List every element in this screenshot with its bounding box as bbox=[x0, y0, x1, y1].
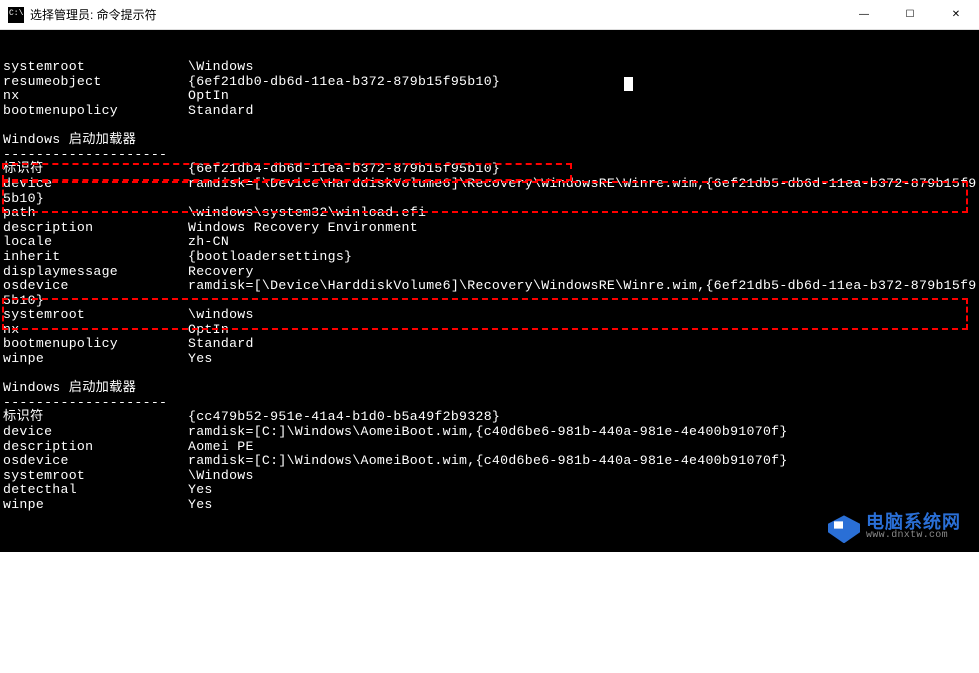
output-value: \windows bbox=[188, 307, 254, 322]
output-value: {bootloadersettings} bbox=[188, 249, 352, 264]
output-row: path\windows\system32\winload.efi bbox=[3, 206, 976, 221]
output-key: osdevice bbox=[3, 454, 188, 469]
output-value: ramdisk=[\Device\HarddiskVolume6]\Recove… bbox=[188, 176, 977, 191]
output-value: ramdisk=[C:]\Windows\AomeiBoot.wim,{c40d… bbox=[188, 424, 788, 439]
output-value: Standard bbox=[188, 103, 254, 118]
output-key: 标识符 bbox=[3, 162, 188, 177]
terminal-output[interactable]: systemroot\Windowsresumeobject{6ef21db0-… bbox=[0, 30, 979, 552]
output-row: descriptionAomei PE bbox=[3, 440, 976, 455]
output-value: \windows\system32\winload.efi bbox=[188, 205, 426, 220]
output-row: systemroot\Windows bbox=[3, 60, 976, 75]
watermark: 电脑系统网 www.dnxtw.com bbox=[828, 515, 961, 544]
output-key: resumeobject bbox=[3, 75, 188, 90]
minimize-button[interactable]: — bbox=[841, 0, 887, 29]
maximize-button[interactable]: ☐ bbox=[887, 0, 933, 29]
output-value: \Windows bbox=[188, 468, 254, 483]
output-row: 5b10} bbox=[3, 294, 976, 309]
output-row: osdeviceramdisk=[C:]\Windows\AomeiBoot.w… bbox=[3, 454, 976, 469]
output-value: Recovery bbox=[188, 264, 254, 279]
output-row: nxOptIn bbox=[3, 323, 976, 338]
output-key: winpe bbox=[3, 352, 188, 367]
output-value: Yes bbox=[188, 497, 213, 512]
blank-line bbox=[3, 367, 976, 382]
output-row: resumeobject{6ef21db0-db6d-11ea-b372-879… bbox=[3, 75, 976, 90]
output-value: OptIn bbox=[188, 322, 229, 337]
watermark-url: www.dnxtw.com bbox=[866, 529, 961, 544]
window-controls: — ☐ ✕ bbox=[841, 0, 979, 29]
output-value: \Windows bbox=[188, 59, 254, 74]
output-key: detecthal bbox=[3, 483, 188, 498]
cursor bbox=[624, 77, 633, 91]
output-key: inherit bbox=[3, 250, 188, 265]
close-button[interactable]: ✕ bbox=[933, 0, 979, 29]
output-key: displaymessage bbox=[3, 265, 188, 280]
output-row: bootmenupolicyStandard bbox=[3, 104, 976, 119]
output-key: locale bbox=[3, 235, 188, 250]
output-value: 5b10} bbox=[3, 293, 44, 308]
output-key: nx bbox=[3, 323, 188, 338]
output-row: localezh-CN bbox=[3, 235, 976, 250]
output-key: nx bbox=[3, 89, 188, 104]
output-key: 标识符 bbox=[3, 410, 188, 425]
output-key: path bbox=[3, 206, 188, 221]
output-key: description bbox=[3, 440, 188, 455]
window-title: 选择管理员: 命令提示符 bbox=[30, 6, 841, 23]
output-row: descriptionWindows Recovery Environment bbox=[3, 221, 976, 236]
output-key: bootmenupolicy bbox=[3, 337, 188, 352]
output-row: nxOptIn bbox=[3, 89, 976, 104]
output-row: systemroot\Windows bbox=[3, 469, 976, 484]
output-value: Windows Recovery Environment bbox=[188, 220, 418, 235]
output-value: {6ef21db4-db6d-11ea-b372-879b15f95b10} bbox=[188, 161, 500, 176]
output-key: device bbox=[3, 425, 188, 440]
output-row: systemroot\windows bbox=[3, 308, 976, 323]
output-value: {cc479b52-951e-41a4-b1d0-b5a49f2b9328} bbox=[188, 409, 500, 424]
output-value: Yes bbox=[188, 351, 213, 366]
output-key: device bbox=[3, 177, 188, 192]
section-heading: Windows 启动加载器 bbox=[3, 133, 976, 148]
section-heading: Windows 启动加载器 bbox=[3, 381, 976, 396]
output-key: systemroot bbox=[3, 469, 188, 484]
output-row: deviceramdisk=[C:]\Windows\AomeiBoot.wim… bbox=[3, 425, 976, 440]
output-key: winpe bbox=[3, 498, 188, 513]
output-key: bootmenupolicy bbox=[3, 104, 188, 119]
output-value: OptIn bbox=[188, 88, 229, 103]
output-value: {6ef21db0-db6d-11ea-b372-879b15f95b10} bbox=[188, 74, 500, 89]
output-value: Aomei PE bbox=[188, 439, 254, 454]
output-row: 标识符{cc479b52-951e-41a4-b1d0-b5a49f2b9328… bbox=[3, 410, 976, 425]
output-row: detecthalYes bbox=[3, 483, 976, 498]
output-row: deviceramdisk=[\Device\HarddiskVolume6]\… bbox=[3, 177, 976, 192]
output-value: ramdisk=[C:]\Windows\AomeiBoot.wim,{c40d… bbox=[188, 453, 788, 468]
output-key: description bbox=[3, 221, 188, 236]
blank-line bbox=[3, 119, 976, 134]
output-value: Yes bbox=[188, 482, 213, 497]
output-key: osdevice bbox=[3, 279, 188, 294]
title-bar: 选择管理员: 命令提示符 — ☐ ✕ bbox=[0, 0, 979, 30]
cmd-icon bbox=[8, 7, 24, 23]
output-row: osdeviceramdisk=[\Device\HarddiskVolume6… bbox=[3, 279, 976, 294]
output-value: ramdisk=[\Device\HarddiskVolume6]\Recove… bbox=[188, 278, 977, 293]
output-row: winpeYes bbox=[3, 352, 976, 367]
output-row: 5b10} bbox=[3, 192, 976, 207]
watermark-logo-icon bbox=[828, 515, 860, 543]
output-row: inherit{bootloadersettings} bbox=[3, 250, 976, 265]
output-row: winpeYes bbox=[3, 498, 976, 513]
output-value: 5b10} bbox=[3, 191, 44, 206]
output-value: zh-CN bbox=[188, 234, 229, 249]
output-value: Standard bbox=[188, 336, 254, 351]
output-key: systemroot bbox=[3, 308, 188, 323]
output-key: systemroot bbox=[3, 60, 188, 75]
watermark-title: 电脑系统网 bbox=[866, 515, 961, 530]
output-row: bootmenupolicyStandard bbox=[3, 337, 976, 352]
output-row: 标识符{6ef21db4-db6d-11ea-b372-879b15f95b10… bbox=[3, 162, 976, 177]
output-row: displaymessageRecovery bbox=[3, 265, 976, 280]
